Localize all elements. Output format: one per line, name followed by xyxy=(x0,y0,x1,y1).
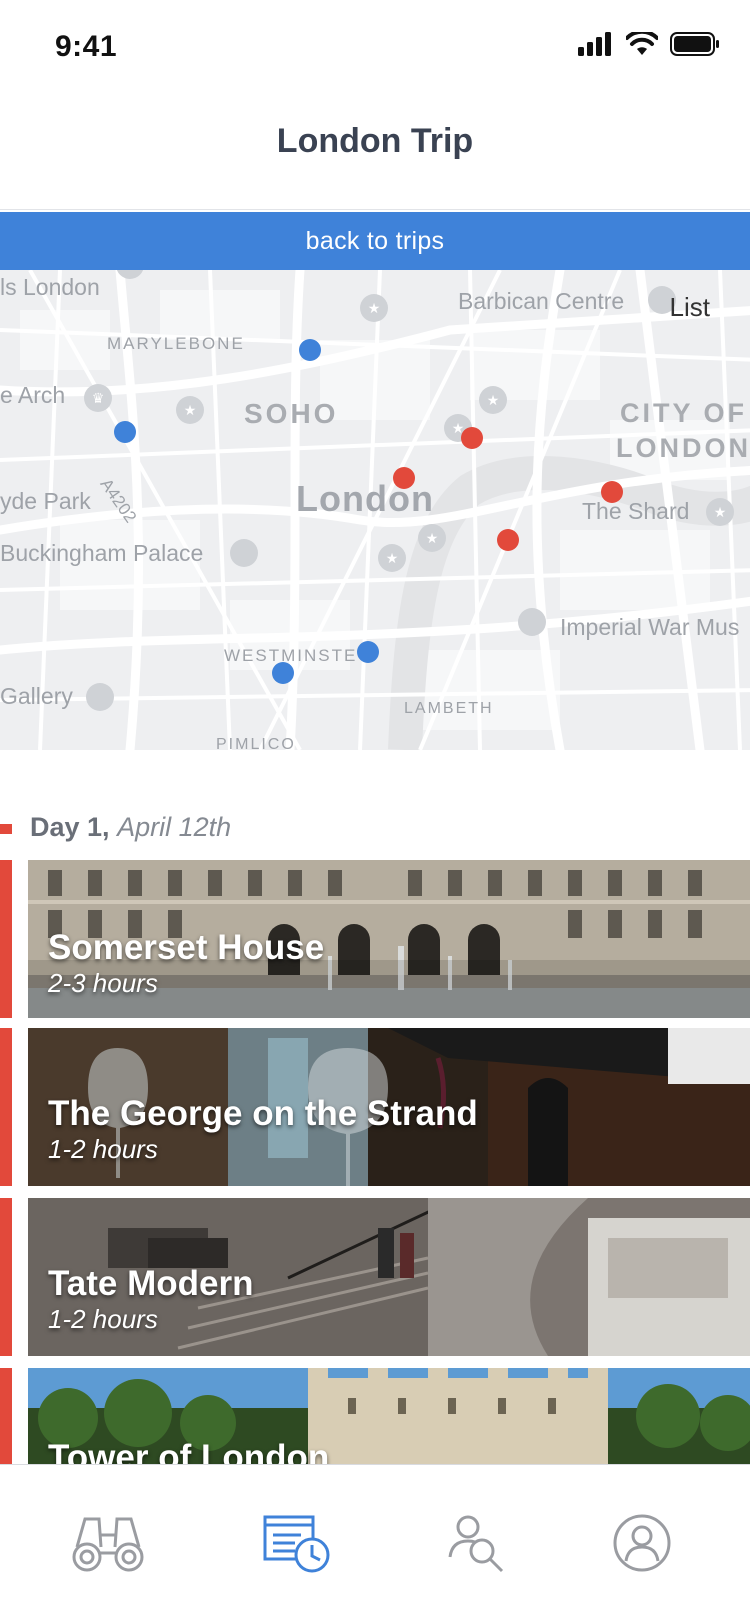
map-label-marylebone: MARYLEBONE xyxy=(107,334,245,353)
map-label-westminster: WESTMINSTE xyxy=(224,646,358,665)
item-title: Tate Modern xyxy=(48,1264,254,1303)
day-marker xyxy=(0,824,12,834)
item-title: Tower of London xyxy=(48,1438,330,1466)
map-label-barbican: Barbican Centre xyxy=(458,288,625,314)
item-title: Somerset House xyxy=(48,928,325,967)
map-label-the-shard: The Shard xyxy=(582,498,690,524)
itinerary-item-tate-modern[interactable]: Tate Modern 1-2 hours xyxy=(0,1198,750,1356)
map-label-gallery: Gallery xyxy=(0,683,73,709)
tab-explore[interactable] xyxy=(63,1505,153,1585)
back-to-trips-label: back to trips xyxy=(305,226,445,255)
day-label: Day 1, xyxy=(30,812,110,842)
svg-text:★: ★ xyxy=(184,403,197,419)
tab-itinerary[interactable] xyxy=(252,1505,342,1585)
item-duration: 1-2 hours xyxy=(48,1134,158,1164)
tab-profile[interactable] xyxy=(597,1505,687,1585)
item-duration: 2-3 hours xyxy=(48,968,158,998)
map-label-marble-arch: e Arch xyxy=(0,382,66,408)
map-label-pimlico: PIMLICO xyxy=(216,736,296,750)
signal-icon xyxy=(578,32,614,61)
battery-icon xyxy=(670,32,720,61)
back-to-trips-button[interactable]: back to trips xyxy=(0,212,750,270)
wifi-icon xyxy=(625,29,659,61)
map-label-london: London xyxy=(296,478,434,519)
profile-icon xyxy=(612,1513,672,1578)
map-label-city-of-london-2: LONDON xyxy=(616,433,750,463)
status-bar: 9:41 xyxy=(0,0,750,94)
map-label-soho: SOHO xyxy=(244,398,339,429)
day-header: Day 1, April 12th xyxy=(0,810,750,846)
itinerary-item-somerset-house[interactable]: Somerset House 2-3 hours xyxy=(0,860,750,1018)
map-label-imperial-war-museum: Imperial War Mus xyxy=(560,614,740,640)
itinerary-item-tower-of-london[interactable]: Tower of London xyxy=(0,1368,750,1466)
day-text: Day 1, April 12th xyxy=(30,812,231,843)
map-label-city-of-london-1: CITY OF xyxy=(620,398,748,428)
map-list-button[interactable]: List xyxy=(670,292,710,323)
search-user-icon xyxy=(444,1513,508,1578)
svg-text:★: ★ xyxy=(714,505,727,521)
svg-text:★: ★ xyxy=(426,531,439,547)
binoculars-icon xyxy=(71,1513,145,1578)
svg-text:★: ★ xyxy=(368,301,381,317)
status-time: 9:41 xyxy=(55,30,118,63)
header-divider xyxy=(0,209,750,210)
map-label-hyde-park: yde Park xyxy=(0,488,91,514)
status-icons xyxy=(578,29,720,61)
itinerary-item-the-george[interactable]: The George on the Strand 1-2 hours xyxy=(0,1028,750,1186)
item-title: The George on the Strand xyxy=(48,1094,478,1133)
item-duration: 1-2 hours xyxy=(48,1304,158,1334)
day-date: April 12th xyxy=(117,812,232,842)
map-label-buckingham: Buckingham Palace xyxy=(0,540,204,566)
tab-bar xyxy=(0,1464,750,1624)
tab-search[interactable] xyxy=(431,1505,521,1585)
route-bar xyxy=(0,860,12,1018)
map-label-london-left: ls London xyxy=(0,274,100,300)
route-bar xyxy=(0,1368,12,1466)
svg-text:♛: ♛ xyxy=(92,391,105,407)
map-label-lambeth: LAMBETH xyxy=(404,700,494,717)
route-bar xyxy=(0,1028,12,1186)
page-title: London Trip xyxy=(276,122,474,160)
svg-text:★: ★ xyxy=(386,551,399,567)
trip-map[interactable]: ★ ★ ★ ♛ ★ ★ ★ ★ ls London MARYLEBONE SOH… xyxy=(0,270,750,750)
itinerary-clock-icon xyxy=(262,1513,332,1578)
route-bar xyxy=(0,1198,12,1356)
svg-text:★: ★ xyxy=(487,393,500,409)
